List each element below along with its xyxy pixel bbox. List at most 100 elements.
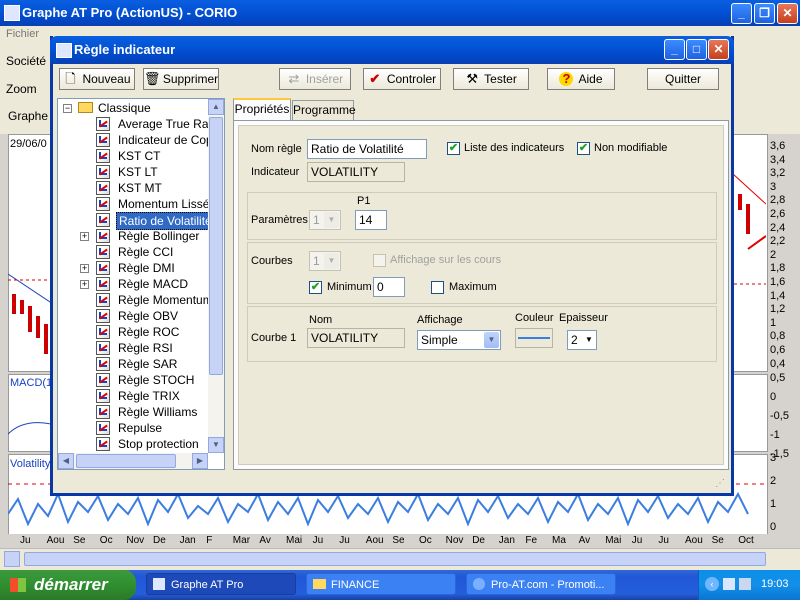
tree-item[interactable]: Règle Williams bbox=[116, 404, 199, 420]
tree-item[interactable]: Règle STOCH bbox=[116, 372, 196, 388]
tree-item[interactable]: Règle Bollinger bbox=[116, 228, 201, 244]
start-button[interactable]: démarrer bbox=[0, 570, 136, 600]
tree-vertical-scrollbar[interactable]: ▲ ▼ bbox=[208, 99, 224, 453]
dialog-close-icon[interactable]: ✕ bbox=[708, 39, 729, 60]
scroll-thumb[interactable] bbox=[209, 117, 223, 375]
main-window-titlebar[interactable]: Graphe AT Pro (ActionUS) - CORIO _ ❐ ✕ bbox=[0, 0, 800, 26]
rule-icon bbox=[96, 165, 110, 179]
courbe1-affichage-select[interactable]: Simple ▼ bbox=[417, 330, 501, 350]
couleur-swatch[interactable] bbox=[515, 328, 553, 348]
month-tick: Ju bbox=[312, 535, 324, 546]
tree-item[interactable]: KST MT bbox=[116, 180, 164, 196]
controler-button[interactable]: ✔ Controler bbox=[363, 68, 441, 90]
minimize-icon[interactable]: _ bbox=[731, 3, 752, 24]
axis-tick: 1 bbox=[770, 498, 777, 510]
tray-arrow-icon[interactable]: ‹ bbox=[705, 577, 719, 591]
tree-item[interactable]: Règle Momentum bbox=[116, 292, 215, 308]
tab-proprietes[interactable]: Propriétés bbox=[233, 98, 291, 120]
scroll-down-icon[interactable]: ▼ bbox=[208, 437, 224, 453]
supprimer-button[interactable]: 🗑 Supprimer bbox=[143, 68, 219, 90]
dialog-maximize-icon[interactable]: □ bbox=[686, 39, 707, 60]
courbe1-nom: VOLATILITY bbox=[307, 328, 405, 348]
app-icon bbox=[4, 5, 20, 21]
horizontal-scrollbar[interactable] bbox=[0, 548, 800, 567]
tray-network-icon[interactable] bbox=[723, 578, 735, 590]
tree-item[interactable]: Règle MACD bbox=[116, 276, 190, 292]
tree-item[interactable]: Règle CCI bbox=[116, 244, 175, 260]
scroll-right-icon[interactable]: ▶ bbox=[192, 453, 208, 469]
tray-monitor-icon[interactable] bbox=[739, 578, 751, 590]
tree-item[interactable]: KST LT bbox=[116, 164, 160, 180]
graphe-tab[interactable]: Graphe bbox=[8, 109, 48, 123]
tree-item[interactable]: KST CT bbox=[116, 148, 162, 164]
dialog-minimize-icon[interactable]: _ bbox=[664, 39, 685, 60]
indicator-tree[interactable]: − Classique Average True Rang Indicateur … bbox=[57, 98, 225, 470]
tree-expand-button[interactable]: + bbox=[80, 264, 89, 273]
courbe1-epaisseur-select[interactable]: 2 ▼ bbox=[567, 330, 597, 350]
rule-icon bbox=[96, 437, 110, 451]
aide-button[interactable]: ? Aide bbox=[547, 68, 615, 90]
close-icon[interactable]: ✕ bbox=[777, 3, 798, 24]
tree-horizontal-scrollbar[interactable]: ◀ ▶ bbox=[58, 453, 208, 469]
inserer-button[interactable]: ⇄ Insérer bbox=[279, 68, 351, 90]
courbes-count-select[interactable]: 1 ▼ bbox=[309, 251, 341, 271]
tree-expand-button[interactable]: + bbox=[80, 232, 89, 241]
tree-root-collapse[interactable]: − bbox=[63, 104, 72, 113]
month-tick: Se bbox=[711, 535, 724, 546]
taskbar-item-graphe[interactable]: Graphe AT Pro bbox=[146, 573, 296, 595]
liste-indicateurs-label: Liste des indicateurs bbox=[464, 142, 565, 154]
p1-input[interactable]: 14 bbox=[355, 210, 387, 230]
tree-item[interactable]: Indicateur de Copp bbox=[116, 132, 221, 148]
month-tick: Mai bbox=[605, 535, 622, 546]
rule-icon bbox=[96, 245, 110, 259]
tree-expand-button[interactable]: + bbox=[80, 280, 89, 289]
tree-item[interactable]: Règle TRIX bbox=[116, 388, 182, 404]
tree-item[interactable]: Règle DMI bbox=[116, 260, 177, 276]
month-tick: Ju bbox=[339, 535, 350, 546]
taskbar-item-pro-at[interactable]: Pro-AT.com - Promoti... bbox=[466, 573, 616, 595]
non-modifiable-checkbox[interactable]: ✔ bbox=[577, 142, 590, 155]
tree-item[interactable]: Stop protection bbox=[116, 436, 201, 452]
scroll-left-icon[interactable]: ◀ bbox=[58, 453, 74, 469]
scroll-h-thumb[interactable] bbox=[76, 454, 176, 468]
month-tick: Nov bbox=[445, 535, 464, 546]
nom-regle-input[interactable]: Ratio de Volatilité bbox=[307, 139, 427, 159]
affichage-cours-checkbox[interactable] bbox=[373, 254, 386, 267]
parametres-count-select[interactable]: 1 ▼ bbox=[309, 210, 341, 230]
quitter-button[interactable]: Quitter bbox=[647, 68, 719, 90]
tree-item[interactable]: Règle SAR bbox=[116, 356, 179, 372]
axis-tick: 0,6 bbox=[770, 344, 786, 356]
axis-tick: 0 bbox=[770, 521, 777, 533]
trash-icon: 🗑 bbox=[143, 71, 161, 86]
tree-item[interactable]: Règle RSI bbox=[116, 340, 175, 356]
scroll-up-icon[interactable]: ▲ bbox=[208, 99, 224, 115]
tree-root-classique[interactable]: Classique bbox=[98, 100, 151, 116]
resize-grip-icon[interactable]: ⋰ bbox=[715, 478, 727, 490]
tree-item[interactable]: Momentum Lissé bbox=[116, 196, 211, 212]
dialog-icon bbox=[56, 43, 72, 58]
axis-tick: 1,8 bbox=[770, 262, 786, 275]
month-axis: Ju Aou Se Oc Nov De Jan F Mar Av Mai Ju Ju Aou Se Oc Nov… bbox=[0, 534, 800, 548]
tab-programme[interactable]: Programme bbox=[292, 100, 356, 120]
month-tick: Se bbox=[73, 535, 86, 546]
axis-tick: -0,5 bbox=[770, 410, 789, 422]
tree-item[interactable]: Règle OBV bbox=[116, 308, 180, 324]
restore-icon[interactable]: ❐ bbox=[754, 3, 775, 24]
liste-indicateurs-checkbox[interactable]: ✔ bbox=[447, 142, 460, 155]
nouveau-button[interactable]: 🗋 Nouveau bbox=[59, 68, 135, 90]
taskbar-item-finance[interactable]: FINANCE bbox=[306, 573, 456, 595]
minimum-checkbox[interactable]: ✔ bbox=[309, 281, 322, 294]
tree-item[interactable]: Repulse bbox=[116, 420, 164, 436]
rule-icon bbox=[96, 357, 110, 371]
month-tick: Ju bbox=[631, 535, 643, 546]
axis-tick: 0,8 bbox=[770, 330, 786, 343]
tree-item[interactable]: Règle ROC bbox=[116, 324, 181, 340]
minimum-input[interactable]: 0 bbox=[373, 277, 405, 297]
month-tick: De bbox=[153, 535, 166, 546]
indicateur-label: Indicateur bbox=[251, 166, 300, 178]
tester-button[interactable]: ⚒ Tester bbox=[453, 68, 529, 90]
dialog-titlebar[interactable]: Règle indicateur _ □ ✕ bbox=[50, 36, 734, 64]
menu-fichier[interactable]: Fichier bbox=[6, 28, 39, 40]
maximum-checkbox[interactable] bbox=[431, 281, 444, 294]
month-tick: Mai bbox=[286, 535, 303, 546]
